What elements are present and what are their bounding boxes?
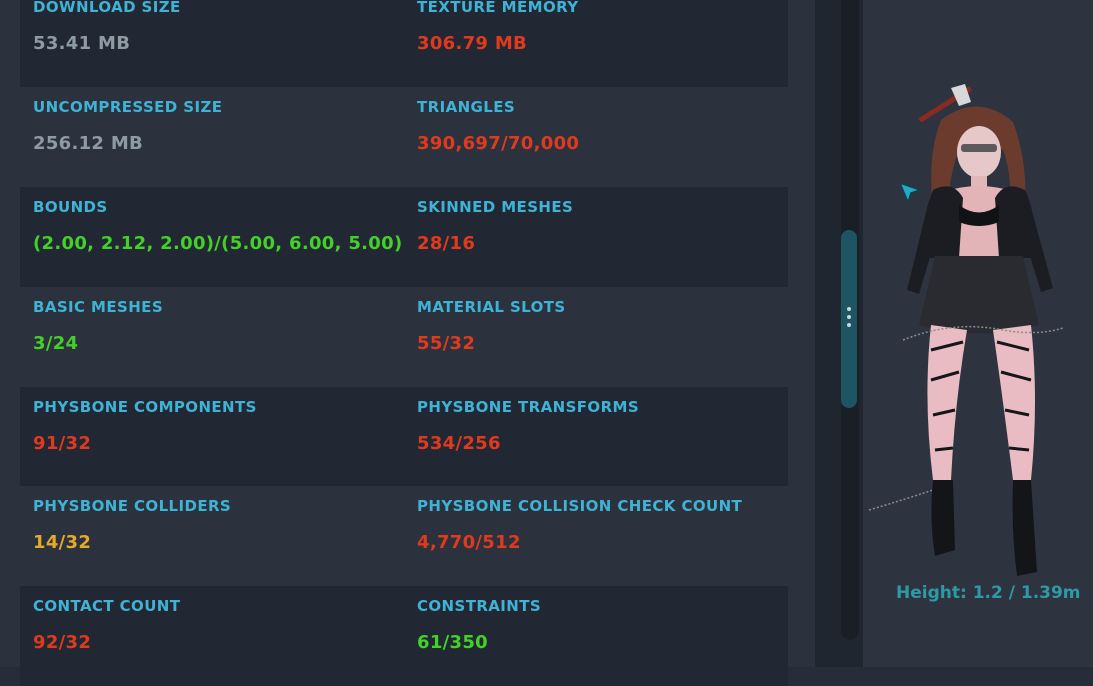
- stat-value: 28/16: [417, 233, 476, 254]
- stat-label: TEXTURE MEMORY: [417, 0, 579, 16]
- stat-cell: UNCOMPRESSED SIZE 256.12 MB: [33, 87, 417, 187]
- stats-row: UNCOMPRESSED SIZE 256.12 MB TRIANGLES 390,6…: [20, 87, 788, 187]
- stat-value: 91/32: [33, 433, 92, 454]
- stat-cell: TRIANGLES 390,697/70,000: [417, 87, 801, 187]
- stat-value: 61/350: [417, 632, 488, 653]
- avatar-height-label: Height: 1.2 / 1.39m: [896, 583, 1081, 603]
- scrollbar-gutter: [815, 0, 863, 667]
- stats-grid: DOWNLOAD SIZE 53.41 MB TEXTURE MEMORY 306.7…: [20, 0, 788, 686]
- stat-cell: SKINNED MESHES 28/16: [417, 187, 801, 287]
- stat-cell: DOWNLOAD SIZE 53.41 MB: [33, 0, 417, 87]
- stat-cell: TEXTURE MEMORY 306.79 MB: [417, 0, 801, 87]
- stat-value: 14/32: [33, 532, 92, 553]
- stat-value: 55/32: [417, 333, 476, 354]
- stat-value: 390,697/70,000: [417, 133, 580, 154]
- stat-value: 256.12 MB: [33, 133, 144, 154]
- stats-row: PHYSBONE COMPONENTS 91/32 PHYSBONE TRANSFO…: [20, 387, 788, 487]
- stat-cell: BOUNDS (2.00, 2.12, 2.00)/(5.00, 6.00, 5.…: [33, 187, 417, 287]
- performance-stats-panel: DOWNLOAD SIZE 53.41 MB TEXTURE MEMORY 306.7…: [0, 0, 815, 686]
- stat-cell: PHYSBONE TRANSFORMS 534/256: [417, 387, 801, 487]
- stat-value: 53.41 MB: [33, 33, 131, 54]
- stats-row: BOUNDS (2.00, 2.12, 2.00)/(5.00, 6.00, 5.…: [20, 187, 788, 287]
- stat-label: TRIANGLES: [417, 98, 516, 116]
- stat-cell: CONSTRAINTS 61/350: [417, 586, 801, 686]
- stat-value: (2.00, 2.12, 2.00)/(5.00, 6.00, 5.00): [33, 233, 403, 254]
- stat-label: BASIC MESHES: [33, 298, 164, 316]
- stat-label: CONSTRAINTS: [417, 597, 542, 615]
- scrollbar-thumb[interactable]: [841, 230, 857, 408]
- stat-cell: CONTACT COUNT 92/32: [33, 586, 417, 686]
- stat-label: PHYSBONE COMPONENTS: [33, 398, 257, 416]
- stat-label: DOWNLOAD SIZE: [33, 0, 181, 16]
- stat-label: PHYSBONE COLLISION CHECK COUNT: [417, 497, 743, 515]
- stat-label: SKINNED MESHES: [417, 198, 574, 216]
- stat-value: 534/256: [417, 433, 501, 454]
- drag-handle-icon: [846, 307, 852, 331]
- stats-row: PHYSBONE COLLIDERS 14/32 PHYSBONE COLLISIO…: [20, 486, 788, 586]
- stat-cell: PHYSBONE COLLIDERS 14/32: [33, 486, 417, 586]
- stat-cell: PHYSBONE COMPONENTS 91/32: [33, 387, 417, 487]
- stat-value: 92/32: [33, 632, 92, 653]
- stat-label: MATERIAL SLOTS: [417, 298, 566, 316]
- stats-row: DOWNLOAD SIZE 53.41 MB TEXTURE MEMORY 306.7…: [20, 0, 788, 87]
- cursor-pointer-icon: [898, 181, 923, 205]
- stat-value: 4,770/512: [417, 532, 521, 553]
- avatar-preview[interactable]: Height: 1.2 / 1.39m: [863, 0, 1093, 667]
- stat-label: BOUNDS: [33, 198, 108, 216]
- stat-label: PHYSBONE TRANSFORMS: [417, 398, 640, 416]
- stat-value: 306.79 MB: [417, 33, 528, 54]
- stats-row: CONTACT COUNT 92/32 CONSTRAINTS 61/350: [20, 586, 788, 686]
- stat-label: CONTACT COUNT: [33, 597, 181, 615]
- stats-row: BASIC MESHES 3/24 MATERIAL SLOTS 55/32: [20, 287, 788, 387]
- stat-cell: BASIC MESHES 3/24: [33, 287, 417, 387]
- avatar-model: [868, 84, 1064, 576]
- stat-label: UNCOMPRESSED SIZE: [33, 98, 223, 116]
- stat-label: PHYSBONE COLLIDERS: [33, 497, 232, 515]
- stat-cell: MATERIAL SLOTS 55/32: [417, 287, 801, 387]
- stat-cell: PHYSBONE COLLISION CHECK COUNT 4,770/512: [417, 486, 801, 586]
- stat-value: 3/24: [33, 333, 79, 354]
